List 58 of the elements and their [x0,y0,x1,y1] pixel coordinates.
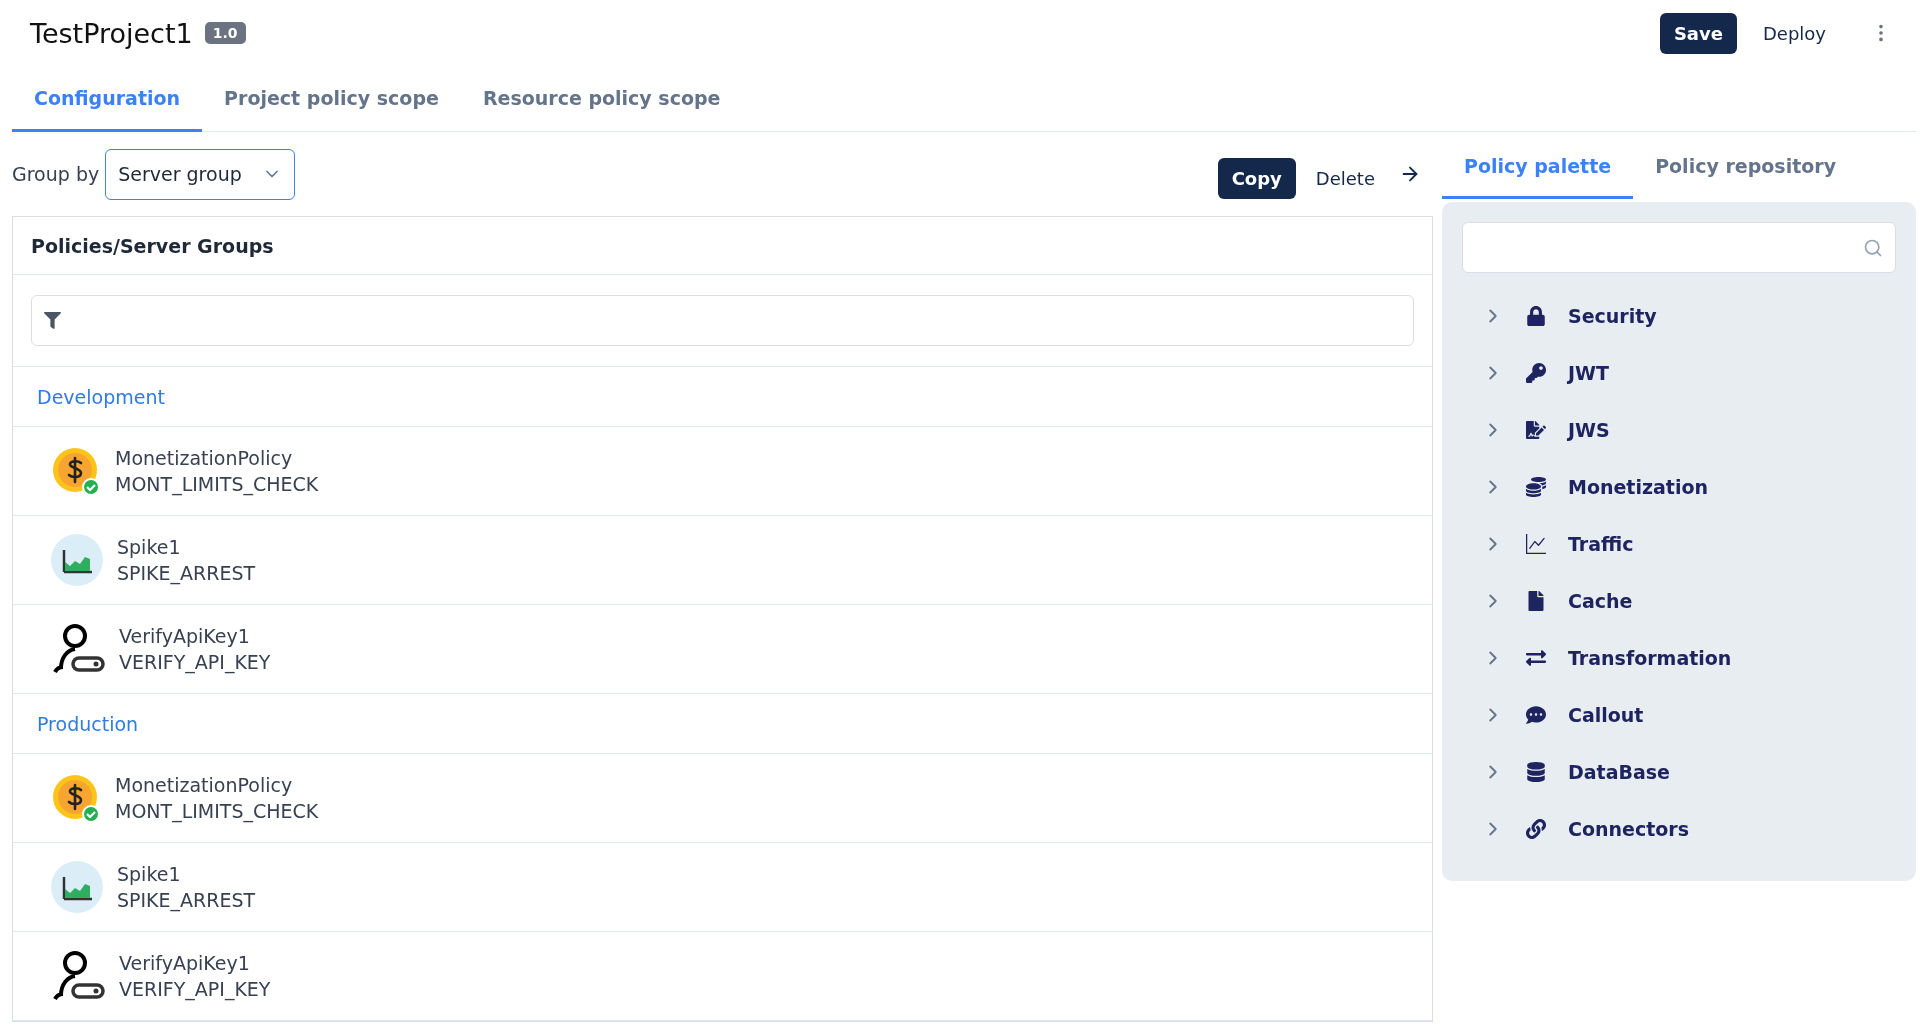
category-label[interactable]: JWS [1568,418,1610,441]
panel-title: Policies/Server Groups [13,217,1432,275]
category-label[interactable]: DataBase [1568,760,1670,783]
category-label[interactable]: Monetization [1568,475,1709,498]
group-name[interactable]: Production [13,694,1432,754]
policy-type: SPIKE_ARREST [117,562,256,584]
coin-check-icon [51,446,101,496]
category-label[interactable]: Connectors [1568,817,1689,840]
category-label[interactable]: JWT [1568,361,1609,384]
area-chart-icon [51,861,103,913]
category-label[interactable]: Security [1568,304,1657,327]
database-icon [1526,761,1546,782]
policy-type: SPIKE_ARREST [117,889,256,911]
filter-icon [44,312,61,329]
tab[interactable]: Policy repository [1633,136,1859,199]
group-name[interactable]: Development [13,367,1432,427]
deploy-button[interactable]: Deploy [1748,12,1840,54]
comment-icon [1526,704,1546,725]
filter-field[interactable] [31,295,1414,346]
policy-name: MonetizationPolicy [115,774,294,796]
tab[interactable]: Policy palette [1442,136,1634,199]
policy-type: VERIFY_API_KEY [119,978,271,1000]
file-icon [1526,590,1546,611]
user-key-icon [51,949,105,1003]
signature-icon [1526,419,1546,440]
user-key-icon [51,622,105,676]
key-icon [1526,362,1546,383]
delete-button[interactable]: Delete [1301,157,1389,199]
copy-button[interactable]: Copy [1217,157,1296,199]
tab[interactable]: Configuration [12,66,203,132]
policy-name: VerifyApiKey1 [119,952,251,974]
version-badge: 1.0 [204,22,246,44]
link-icon [1526,818,1546,839]
policy-name: Spike1 [117,863,182,885]
policy-name: Spike1 [117,536,182,558]
search-field[interactable] [1462,222,1896,273]
category-label[interactable]: Cache [1568,589,1633,612]
exchange-icon [1526,647,1546,668]
policy-type: MONT_LIMITS_CHECK [115,800,319,822]
policy-name: VerifyApiKey1 [119,625,251,647]
lock-icon [1526,305,1546,326]
tab[interactable]: Project policy scope [202,66,461,132]
category-label[interactable]: Traffic [1568,532,1634,555]
policy-name: MonetizationPolicy [115,447,294,469]
category-label[interactable]: Transformation [1568,646,1732,669]
coins-icon [1526,476,1546,497]
area-chart-icon [51,534,103,586]
project-title: TestProject1 [30,17,193,49]
save-button[interactable]: Save [1659,12,1737,54]
group-by-dropdown[interactable]: Server group [105,148,296,200]
policy-type: VERIFY_API_KEY [119,651,271,673]
category-label[interactable]: Callout [1568,703,1644,726]
group-by-label: Group by [12,163,100,185]
policy-type: MONT_LIMITS_CHECK [115,473,319,495]
coin-check-icon [51,773,101,823]
chart-icon [1526,533,1546,554]
tab[interactable]: Resource policy scope [460,66,743,132]
search-icon [1863,237,1883,258]
